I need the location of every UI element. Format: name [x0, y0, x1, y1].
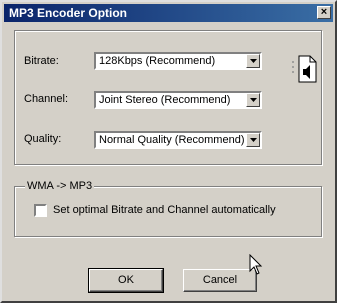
cancel-button[interactable]: Cancel	[183, 269, 257, 292]
channel-select[interactable]: Joint Stereo (Recommend)	[94, 91, 262, 109]
bitrate-select[interactable]: 128Kbps (Recommend)	[94, 52, 262, 70]
quality-dropdown-button[interactable]	[246, 133, 260, 147]
bitrate-dropdown-button[interactable]	[246, 54, 260, 68]
chevron-down-icon	[250, 59, 257, 63]
channel-dropdown-button[interactable]	[246, 93, 260, 107]
channel-label: Channel:	[24, 93, 69, 105]
channel-value: Joint Stereo (Recommend)	[99, 94, 231, 106]
quality-label: Quality:	[24, 133, 62, 145]
chevron-down-icon	[250, 138, 257, 142]
quality-select[interactable]: Normal Quality (Recommend)	[94, 131, 262, 149]
dialog-title: MP3 Encoder Option	[9, 6, 128, 20]
audio-file-icon	[292, 55, 317, 83]
chevron-down-icon	[250, 98, 257, 102]
ok-button[interactable]: OK	[88, 268, 164, 293]
title-bar[interactable]: MP3 Encoder Option ×	[4, 4, 333, 22]
wma-group-title: WMA -> MP3	[25, 179, 95, 193]
close-icon: ×	[320, 6, 328, 18]
bitrate-value: 128Kbps (Recommend)	[99, 55, 216, 67]
close-button[interactable]: ×	[317, 6, 331, 19]
auto-settings-label[interactable]: Set optimal Bitrate and Channel automati…	[53, 203, 276, 217]
mouse-cursor-icon	[249, 254, 263, 275]
bitrate-label: Bitrate:	[24, 55, 59, 67]
quality-value: Normal Quality (Recommend)	[99, 134, 245, 146]
auto-settings-checkbox[interactable]	[34, 204, 47, 217]
